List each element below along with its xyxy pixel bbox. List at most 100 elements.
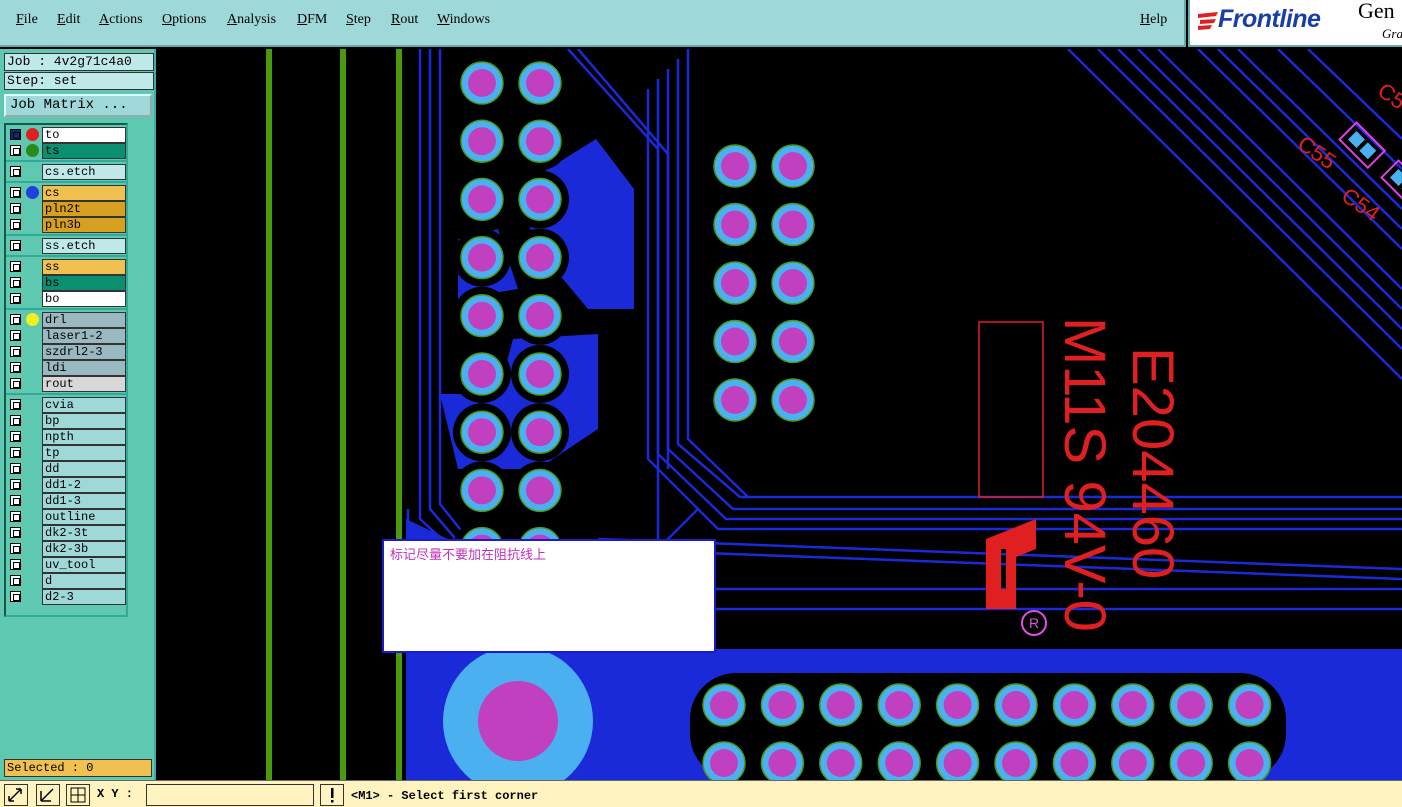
layer-row-dd1-2[interactable]: dd1-2 [8, 477, 126, 493]
layer-name[interactable]: ss.etch [42, 238, 126, 254]
measure-button[interactable] [36, 784, 60, 806]
grid-button[interactable] [66, 784, 90, 806]
pad[interactable] [511, 286, 569, 345]
layer-name[interactable]: npth [42, 429, 126, 445]
pad[interactable] [453, 461, 511, 520]
layer-checkbox[interactable] [10, 463, 21, 474]
layer-row-pln3b[interactable]: pln3b [8, 217, 126, 233]
layer-row-laser1-2[interactable]: laser1-2 [8, 328, 126, 344]
pad[interactable] [1052, 683, 1097, 727]
layer-row-d[interactable]: d [8, 573, 126, 589]
pad[interactable] [511, 228, 569, 287]
layer-row-d2-3[interactable]: d2-3 [8, 589, 126, 605]
graphics-canvas[interactable]: R E204460 M11S 94V-0 C55 C54 C5 标记尽量不要加在… [158, 49, 1402, 780]
pad[interactable] [819, 683, 863, 727]
layer-checkbox[interactable] [10, 415, 21, 426]
layer-checkbox[interactable] [10, 203, 21, 214]
menu-dfm[interactable]: DFM [297, 12, 327, 28]
layer-checkbox[interactable] [10, 277, 21, 288]
layer-checkbox[interactable] [10, 187, 21, 198]
layer-checkbox[interactable] [10, 575, 21, 586]
pad[interactable] [713, 144, 757, 188]
layer-name[interactable]: pln2t [42, 201, 126, 217]
layer-name[interactable]: szdrl2-3 [42, 344, 126, 360]
layer-row-rout[interactable]: rout [8, 376, 126, 392]
layer-row-bp[interactable]: bp [8, 413, 126, 429]
menu-file[interactable]: File [16, 12, 38, 28]
layer-row-cvia[interactable]: cvia [8, 397, 126, 413]
pad[interactable] [1111, 741, 1155, 780]
layer-checkbox[interactable] [10, 591, 21, 602]
layer-name[interactable]: bo [42, 291, 126, 307]
pad[interactable] [713, 202, 757, 247]
pad[interactable] [1052, 741, 1097, 780]
pad[interactable] [702, 683, 746, 727]
layer-checkbox[interactable] [10, 378, 21, 389]
pad[interactable] [771, 319, 815, 364]
zoom-box-button[interactable] [4, 784, 28, 806]
layer-checkbox[interactable] [10, 129, 21, 140]
component-c55[interactable] [1338, 121, 1387, 170]
pad[interactable] [453, 112, 511, 171]
pad[interactable] [511, 461, 569, 520]
pcb-view[interactable]: R E204460 M11S 94V-0 C55 C54 C5 [158, 49, 1402, 780]
layer-checkbox[interactable] [10, 543, 21, 554]
layer-row-to[interactable]: to [8, 127, 126, 143]
layer-row-ldi[interactable]: ldi [8, 360, 126, 376]
pad[interactable] [994, 741, 1038, 780]
layer-checkbox[interactable] [10, 399, 21, 410]
layer-name[interactable]: dd1-2 [42, 477, 126, 493]
pad[interactable] [453, 345, 511, 403]
layer-name[interactable]: d2-3 [42, 589, 126, 605]
pad[interactable] [1111, 683, 1155, 727]
layer-checkbox[interactable] [10, 293, 21, 304]
menu-analysis[interactable]: Analysis [227, 12, 276, 28]
layer-checkbox[interactable] [10, 346, 21, 357]
pad[interactable] [877, 683, 921, 727]
menu-edit[interactable]: Edit [57, 12, 80, 28]
pad[interactable] [819, 741, 863, 780]
layer-checkbox[interactable] [10, 330, 21, 341]
layer-row-dd1-3[interactable]: dd1-3 [8, 493, 126, 509]
layer-name[interactable]: outline [42, 509, 126, 525]
layer-row-dd[interactable]: dd [8, 461, 126, 477]
layer-row-bs[interactable]: bs [8, 275, 126, 291]
pad[interactable] [453, 403, 511, 462]
layer-row-szdrl2-3[interactable]: szdrl2-3 [8, 344, 126, 360]
layer-name[interactable]: dd1-3 [42, 493, 126, 509]
layer-name[interactable]: pln3b [42, 217, 126, 233]
layer-row-ss.etch[interactable]: ss.etch [8, 238, 126, 254]
layer-name[interactable]: dd [42, 461, 126, 477]
pad[interactable] [1227, 683, 1272, 727]
menu-rout[interactable]: Rout [391, 12, 418, 28]
layer-row-cs[interactable]: cs [8, 185, 126, 201]
layer-checkbox[interactable] [10, 495, 21, 506]
pad[interactable] [935, 683, 980, 727]
layer-row-ss[interactable]: ss [8, 259, 126, 275]
layer-row-npth[interactable]: npth [8, 429, 126, 445]
layer-row-cs.etch[interactable]: cs.etch [8, 164, 126, 180]
pad[interactable] [511, 112, 569, 171]
layer-name[interactable]: bs [42, 275, 126, 291]
layer-checkbox[interactable] [10, 240, 21, 251]
pad[interactable] [713, 261, 757, 305]
layer-name[interactable]: cs.etch [42, 164, 126, 180]
menu-options[interactable]: Options [162, 12, 206, 28]
pad[interactable] [453, 170, 511, 229]
job-matrix-button[interactable]: Job Matrix ... [4, 94, 152, 117]
layer-checkbox[interactable] [10, 431, 21, 442]
layer-name[interactable]: dk2-3b [42, 541, 126, 557]
pad[interactable] [760, 741, 805, 780]
pad[interactable] [877, 741, 921, 780]
layer-checkbox[interactable] [10, 145, 21, 156]
layer-checkbox[interactable] [10, 447, 21, 458]
layer-row-dk2-3b[interactable]: dk2-3b [8, 541, 126, 557]
layer-checkbox[interactable] [10, 511, 21, 522]
layer-checkbox[interactable] [10, 559, 21, 570]
layer-row-uv_tool[interactable]: uv_tool [8, 557, 126, 573]
layer-name[interactable]: uv_tool [42, 557, 126, 573]
pad[interactable] [771, 378, 815, 422]
pad[interactable] [771, 202, 815, 247]
menu-actions[interactable]: Actions [99, 12, 143, 28]
layer-row-ts[interactable]: ts [8, 143, 126, 159]
